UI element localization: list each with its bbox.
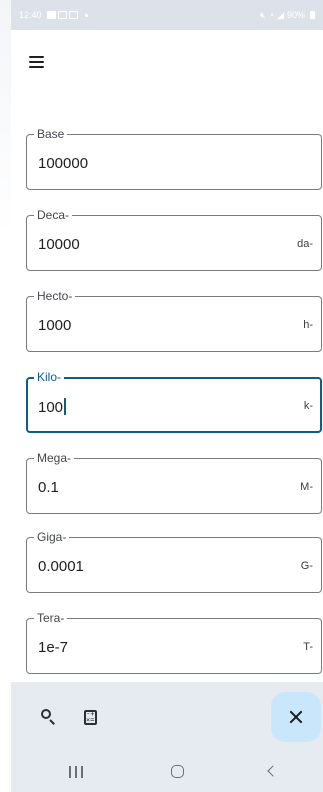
close-icon (289, 710, 303, 724)
app-screen: 12:40 🔇︎ ◔ ◢ 90% Base 100000 Deca- 10000… (0, 0, 323, 792)
wifi-icon: ◔ (268, 10, 275, 20)
calculator-icon[interactable]: -+ ×= (81, 708, 101, 728)
unit-suffix: da- (297, 238, 313, 250)
status-bar: 12:40 🔇︎ ◔ ◢ 90% (11, 0, 323, 30)
recents-icon[interactable] (64, 762, 88, 782)
clear-fab-button[interactable] (271, 692, 321, 742)
field-label: Deca- (34, 208, 73, 222)
home-icon[interactable] (165, 762, 189, 782)
text-cursor (64, 398, 66, 415)
field-value[interactable]: 100 (38, 399, 63, 416)
field-hecto[interactable]: Hecto- 1000 h- (26, 289, 322, 352)
message-icon (57, 11, 67, 19)
field-value[interactable]: 10000 (38, 236, 80, 254)
field-mega[interactable]: Mega- 0.1 M- (26, 451, 322, 514)
status-right: 🔇︎ ◔ ◢ 90% (260, 10, 315, 21)
hamburger-menu-icon[interactable] (26, 52, 48, 74)
field-value[interactable]: 0.0001 (38, 558, 84, 576)
battery-level: 90% (286, 10, 305, 20)
dot-icon (84, 13, 88, 17)
field-deca[interactable]: Deca- 10000 da- (26, 208, 322, 271)
system-nav-bar (11, 752, 323, 792)
message-icon (68, 11, 78, 19)
field-label: Mega- (34, 451, 75, 465)
signal-icon: ◢ (277, 9, 284, 20)
field-value[interactable]: 1000 (38, 317, 71, 335)
field-label: Tera- (34, 611, 68, 625)
edge-shade (0, 0, 11, 792)
unit-suffix: h- (303, 319, 313, 331)
field-value[interactable]: 100000 (38, 155, 88, 173)
field-kilo[interactable]: Kilo- 100 k- (26, 370, 322, 433)
field-base[interactable]: Base 100000 (26, 127, 322, 190)
field-tera[interactable]: Tera- 1e-7 T- (26, 611, 322, 674)
unit-suffix: T- (303, 641, 313, 653)
status-time: 12:40 (19, 10, 42, 20)
unit-suffix: G- (300, 560, 313, 572)
field-label: Giga- (34, 530, 70, 544)
notification-icon (46, 11, 56, 19)
field-label: Hecto- (34, 289, 76, 303)
field-label: Kilo- (34, 370, 65, 384)
battery-icon (310, 11, 315, 19)
unit-suffix: M- (300, 481, 313, 493)
field-giga[interactable]: Giga- 0.0001 G- (26, 530, 322, 593)
mute-icon: 🔇︎ (259, 9, 266, 20)
bottom-app-bar: -+ ×= (11, 682, 323, 752)
back-icon[interactable] (261, 762, 285, 782)
search-icon[interactable] (39, 708, 59, 728)
unit-suffix: k- (303, 400, 313, 412)
field-label: Base (34, 127, 68, 141)
field-value-wrap[interactable]: 100 (38, 398, 66, 417)
field-value[interactable]: 1e-7 (38, 639, 68, 657)
field-value[interactable]: 0.1 (38, 479, 59, 497)
